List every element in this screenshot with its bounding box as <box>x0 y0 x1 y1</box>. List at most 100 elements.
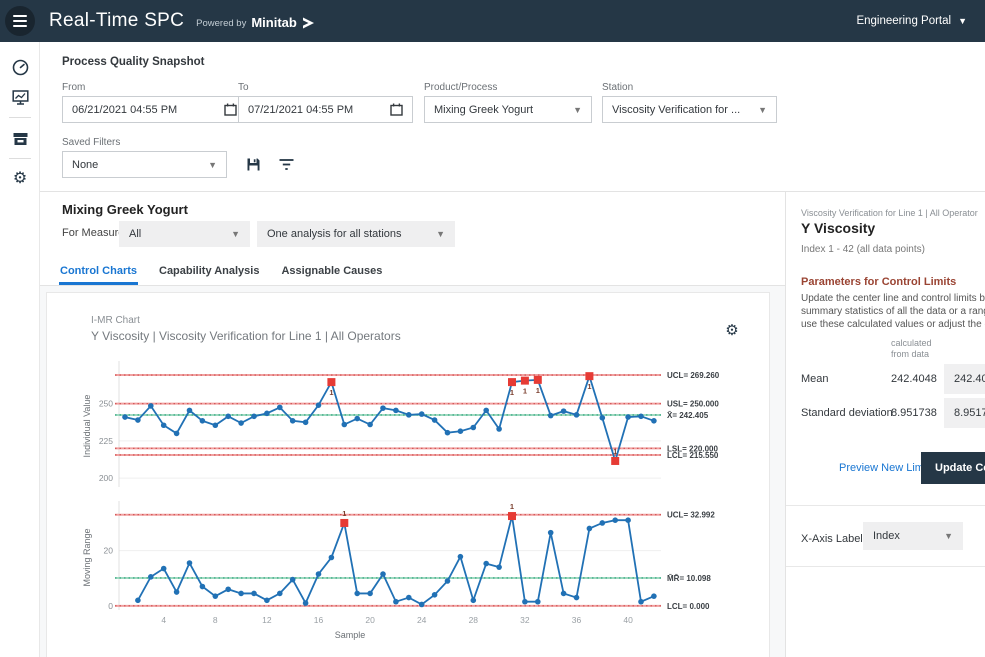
mean-calculated-value: 242.4048 <box>891 373 937 385</box>
svg-text:UCL= 269.260: UCL= 269.260 <box>667 371 720 380</box>
calendar-icon <box>224 103 237 116</box>
details-panel: Viscosity Verification for Line 1 | All … <box>785 192 985 657</box>
chevron-down-icon: ▼ <box>958 16 967 26</box>
menu-button[interactable] <box>5 6 35 36</box>
save-filter-button[interactable] <box>241 152 265 176</box>
gauge-icon <box>12 59 29 76</box>
minitab-brand: Minitab <box>251 15 297 30</box>
svg-text:20: 20 <box>365 615 375 625</box>
sidebar: ⚙ <box>0 42 40 657</box>
process-title: Mixing Greek Yogurt <box>62 202 188 217</box>
sidebar-divider <box>9 117 31 118</box>
station-value: Viscosity Verification for ... <box>612 104 758 116</box>
chevron-down-icon: ▼ <box>208 160 217 170</box>
chart-card: I-MR Chart Y Viscosity | Viscosity Verif… <box>46 292 770 657</box>
saved-filters-select[interactable]: None ▼ <box>62 151 227 178</box>
svg-text:28: 28 <box>469 615 479 625</box>
analysis-mode-select[interactable]: One analysis for all stations ▼ <box>257 221 455 247</box>
parameters-description: summary statistics of all the data or a … <box>801 306 985 317</box>
chevron-down-icon: ▼ <box>231 229 240 239</box>
panel-title: Y Viscosity <box>801 220 875 236</box>
std-dev-input[interactable] <box>944 398 985 428</box>
svg-text:4: 4 <box>161 615 166 625</box>
from-date-value: 06/21/2021 04:55 PM <box>72 104 224 116</box>
monitor-chart-icon <box>12 89 29 106</box>
filter-options-button[interactable] <box>274 152 298 176</box>
svg-text:1: 1 <box>342 509 346 518</box>
powered-by-label: Powered by <box>196 18 246 29</box>
filter-icon <box>279 158 294 171</box>
from-date-input[interactable]: 06/21/2021 04:55 PM <box>62 96 247 123</box>
calendar-icon <box>390 103 403 116</box>
from-label: From <box>62 82 85 93</box>
svg-text:1: 1 <box>536 386 540 395</box>
svg-text:Sample: Sample <box>335 630 366 640</box>
svg-text:12: 12 <box>262 615 272 625</box>
hamburger-icon <box>13 15 27 17</box>
product-process-select[interactable]: Mixing Greek Yogurt ▼ <box>424 96 592 123</box>
mean-label: Mean <box>801 373 829 385</box>
app-title: Real-Time SPC <box>49 10 184 32</box>
x-axis-label-select[interactable]: Index ▼ <box>863 522 963 550</box>
page-title: Process Quality Snapshot <box>62 56 205 68</box>
app-window: Real-Time SPC Powered by Minitab Enginee… <box>0 0 985 657</box>
svg-text:32: 32 <box>520 615 530 625</box>
svg-text:M̄R̄= 10.098: M̄R̄= 10.098 <box>667 574 711 583</box>
sidebar-item-settings[interactable]: ⚙ <box>0 164 40 194</box>
std-dev-label: Standard deviation <box>801 407 893 419</box>
update-control-limits-button[interactable]: Update Control <box>921 452 985 484</box>
svg-text:8: 8 <box>213 615 218 625</box>
chevron-down-icon: ▼ <box>944 531 953 541</box>
parameters-description: Update the center line and control limit… <box>801 293 985 304</box>
svg-text:1: 1 <box>510 388 514 397</box>
main-content: Mixing Greek Yogurt For Measure: All ▼ O… <box>40 192 785 657</box>
station-label: Station <box>602 82 633 93</box>
to-date-input[interactable]: 07/21/2021 04:55 PM <box>238 96 413 123</box>
app-header: Real-Time SPC Powered by Minitab Enginee… <box>0 0 985 42</box>
svg-text:LCL= 0.000: LCL= 0.000 <box>667 602 710 611</box>
measure-select[interactable]: All ▼ <box>119 221 250 247</box>
moving-range-chart[interactable]: 020UCL= 32.992M̄R̄= 10.098LCL= 0.0001148… <box>81 497 765 649</box>
chart-type-label: I-MR Chart <box>91 315 140 326</box>
sidebar-divider <box>9 158 31 159</box>
std-dev-calculated-value: 8.951738 <box>891 407 937 419</box>
filter-bar: Process Quality Snapshot From 06/21/2021… <box>40 42 985 192</box>
to-date-value: 07/21/2021 04:55 PM <box>248 104 390 116</box>
tab-assignable-causes[interactable]: Assignable Causes <box>280 265 383 285</box>
svg-text:X̄= 242.405: X̄= 242.405 <box>667 411 709 420</box>
chevron-down-icon: ▼ <box>573 105 582 115</box>
svg-text:225: 225 <box>99 436 113 446</box>
svg-text:200: 200 <box>99 473 113 483</box>
mean-input[interactable] <box>944 364 985 394</box>
sidebar-item-products[interactable] <box>0 123 40 153</box>
panel-divider <box>786 505 985 506</box>
sidebar-item-charts[interactable] <box>0 82 40 112</box>
tab-bar: Control Charts Capability Analysis Assig… <box>40 254 785 286</box>
saved-filters-label: Saved Filters <box>62 137 120 148</box>
parameters-description: use these calculated values or adjust th… <box>801 319 985 330</box>
sidebar-item-dashboard[interactable] <box>0 52 40 82</box>
archive-box-icon <box>12 130 29 147</box>
svg-text:20: 20 <box>104 546 114 556</box>
svg-text:250: 250 <box>99 399 113 409</box>
svg-text:1: 1 <box>587 382 591 391</box>
save-icon <box>246 157 261 172</box>
x-axis-label-value: Index <box>873 530 944 542</box>
minitab-logo-icon <box>301 16 316 30</box>
x-axis-label-caption: X-Axis Label: <box>801 533 866 545</box>
tab-capability-analysis[interactable]: Capability Analysis <box>158 265 260 285</box>
portal-menu-label: Engineering Portal <box>856 15 951 27</box>
tab-control-charts[interactable]: Control Charts <box>59 265 138 285</box>
svg-text:Moving Range: Moving Range <box>82 528 92 586</box>
station-select[interactable]: Viscosity Verification for ... ▼ <box>602 96 777 123</box>
svg-text:1: 1 <box>510 502 514 511</box>
portal-menu[interactable]: Engineering Portal ▼ <box>856 0 967 42</box>
chart-settings-button[interactable]: ⚙ <box>721 319 743 341</box>
svg-text:40: 40 <box>623 615 633 625</box>
chevron-down-icon: ▼ <box>436 229 445 239</box>
individuals-chart[interactable]: 200225250UCL= 269.260USL= 250.000X̄= 242… <box>81 359 765 501</box>
parameters-heading: Parameters for Control Limits <box>801 276 956 288</box>
measure-value: All <box>129 228 231 240</box>
svg-text:1: 1 <box>613 447 617 456</box>
gear-icon: ⚙ <box>725 322 738 339</box>
